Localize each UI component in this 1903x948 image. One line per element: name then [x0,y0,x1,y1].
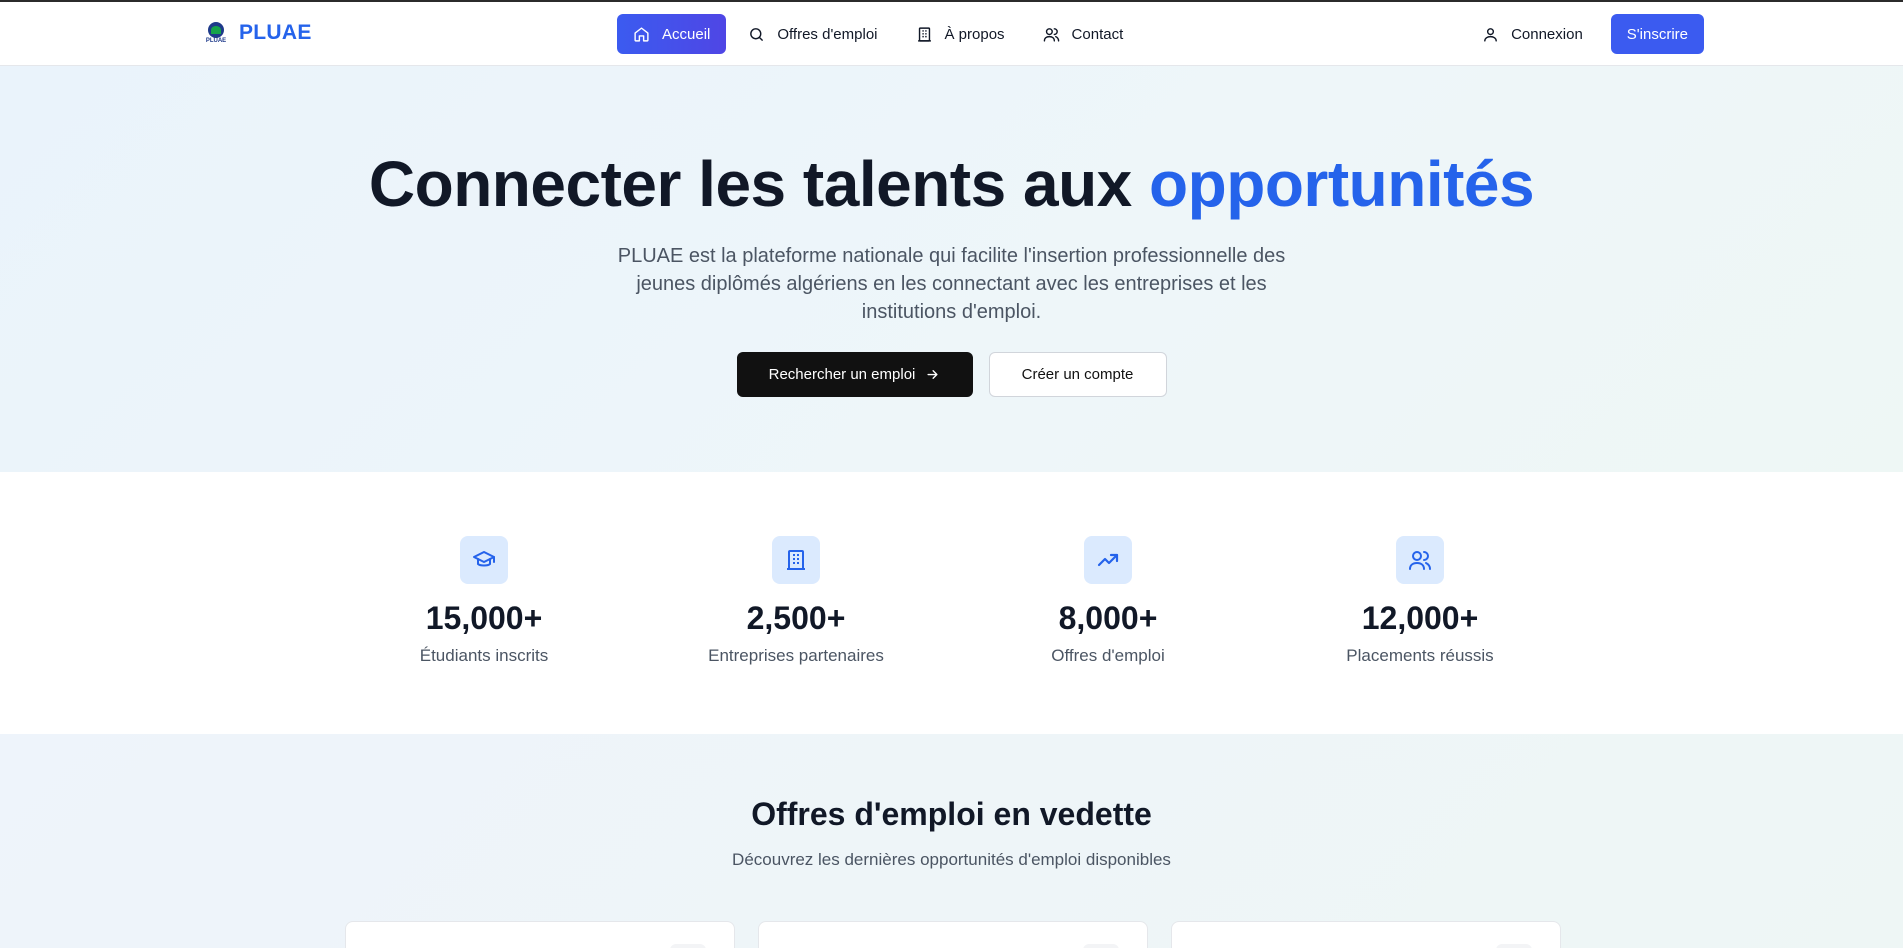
arrow-right-icon [927,370,938,379]
nav-label: Accueil [662,25,711,43]
hero-section: Connecter les talents aux opportunités P… [0,66,1903,472]
brand-name: PLUAE [239,21,312,44]
stat-value: 8,000+ [1058,600,1158,636]
hero-title: Connecter les talents aux opportunités [368,148,1535,220]
brand-logo[interactable]: PLUAE PLUAE [203,20,312,46]
search-jobs-button[interactable]: Rechercher un emploi [736,352,973,397]
hero-title-accent: opportunités [1149,148,1535,220]
stat-companies: 2,500+ Entreprises partenaires [676,536,916,666]
building-icon [917,26,931,42]
user-icon [1484,27,1497,42]
stat-placements: 12,000+ Placements réussis [1300,536,1540,666]
stat-label: Offres d'emploi [1051,646,1165,665]
stat-value: 12,000+ [1361,600,1479,636]
users-icon [1043,27,1059,42]
nav-item-accueil[interactable]: Accueil [617,14,727,54]
main-nav: Accueil Offres d'emploi À propos Contact [617,14,1139,54]
job-card[interactable] [345,921,735,948]
featured-title: Offres d'emploi en vedette [751,796,1152,832]
auth-actions: Connexion S'inscrire [1468,14,1704,54]
featured-subtitle: Découvrez les dernières opportunités d'e… [732,850,1171,869]
featured-jobs-section: Offres d'emploi en vedette Découvrez les… [0,734,1903,948]
stat-label: Étudiants inscrits [419,646,549,665]
hero-actions: Rechercher un emploi Créer un compte [0,352,1903,397]
company-logo [1083,944,1119,948]
nav-label: Contact [1071,25,1124,43]
home-icon [634,26,649,42]
nav-item-contact[interactable]: Contact [1027,14,1140,54]
top-header: PLUAE PLUAE Accueil Offres d'emploi À pr… [0,2,1903,66]
job-card[interactable] [758,921,1148,948]
company-logo [1496,944,1532,948]
job-card[interactable] [1171,921,1561,948]
stat-value: 2,500+ [746,600,846,636]
stat-students: 15,000+ Étudiants inscrits [364,536,604,666]
nav-label: À propos [944,25,1005,43]
nav-item-offres[interactable]: Offres d'emploi [732,14,893,54]
trending-up-icon [1097,553,1119,567]
stat-jobs: 8,000+ Offres d'emploi [988,536,1228,666]
building-icon [787,550,805,570]
graduation-cap-icon [473,551,495,567]
logo-emblem-icon: PLUAE [203,20,229,46]
create-account-button[interactable]: Créer un compte [988,352,1167,397]
users-icon [1409,551,1431,570]
stats-section: 15,000+ Étudiants inscrits 2,500+ Entrep… [0,472,1903,734]
search-icon [750,27,764,41]
signup-button[interactable]: S'inscrire [1610,14,1704,54]
stat-value: 15,000+ [425,600,543,636]
login-button[interactable]: Connexion [1468,14,1597,54]
hero-description: PLUAE est la plateforme nationale qui fa… [617,245,1286,323]
stat-label: Entreprises partenaires [708,646,884,665]
nav-item-a-propos[interactable]: À propos [900,14,1021,54]
stat-label: Placements réussis [1346,646,1494,665]
login-label: Connexion [1511,25,1583,43]
nav-label: Offres d'emploi [777,25,878,43]
company-logo [670,944,706,948]
